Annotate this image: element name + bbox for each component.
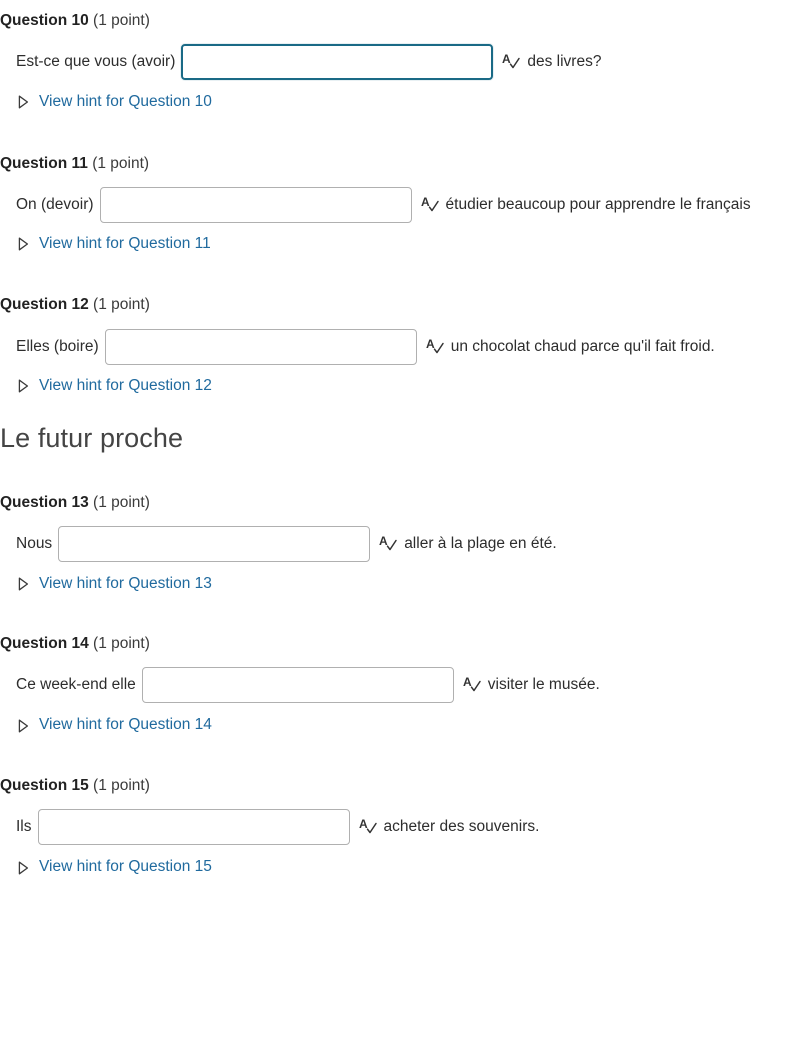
question-header-13: Question 13 (1 point) (0, 493, 800, 513)
view-hint-link-q10[interactable]: View hint for Question 10 (39, 93, 212, 112)
quiz-page: Question 10 (1 point) Est-ce que vous (a… (0, 0, 800, 877)
view-hint-link-q15[interactable]: View hint for Question 15 (39, 858, 212, 877)
triangle-right-icon[interactable] (18, 379, 29, 393)
question-body-12: Elles (boire) Aun chocolat chaud parce qu… (0, 328, 800, 365)
hint-row-q10[interactable]: View hint for Question 10 (0, 93, 800, 112)
question-body-14: Ce week-end elle Avisiter le musée. (0, 667, 800, 704)
triangle-right-icon[interactable] (18, 95, 29, 109)
question-header-10: Question 10 (1 point) (0, 11, 800, 31)
svg-text:A: A (426, 337, 435, 351)
question-title: Question 15 (0, 777, 89, 795)
triangle-right-icon[interactable] (18, 719, 29, 733)
svg-text:A: A (421, 195, 430, 209)
question-prefix-text: Elles (boire) (16, 337, 99, 355)
question-title: Question 14 (0, 635, 89, 653)
spellcheck-icon: A (420, 194, 440, 214)
question-points: (1 point) (93, 777, 150, 795)
hint-row-q11[interactable]: View hint for Question 11 (0, 235, 800, 254)
question-title: Question 10 (0, 12, 89, 29)
spellcheck-icon: A (358, 816, 378, 836)
question-points: (1 point) (93, 493, 150, 511)
svg-text:A: A (463, 675, 472, 689)
question-body-13: Nous Aaller à la plage en été. (0, 525, 800, 562)
question-points: (1 point) (93, 296, 150, 314)
question-prefix-text: Ce week-end elle (16, 676, 136, 694)
question-prefix-text: Est-ce que vous (avoir) (16, 53, 176, 71)
question-points: (1 point) (92, 154, 150, 172)
question-block-15: Question 15 (1 point) Ils Aacheter des so… (0, 735, 800, 877)
svg-text:A: A (379, 534, 388, 548)
question-header-12: Question 12 (1 point) (0, 295, 800, 315)
question-header-14: Question 14 (1 point) (0, 634, 800, 654)
view-hint-link-q14[interactable]: View hint for Question 14 (39, 716, 212, 735)
view-hint-link-q13[interactable]: View hint for Question 13 (39, 575, 212, 594)
question-block-13: Question 13 (1 point) Nous Aaller à la pl… (0, 455, 800, 594)
question-body-10: Est-ce que vous (avoir) Ades livres? (0, 44, 800, 81)
answer-input-q13[interactable] (58, 525, 371, 562)
view-hint-link-q11[interactable]: View hint for Question 11 (39, 235, 211, 254)
triangle-right-icon[interactable] (18, 861, 29, 875)
question-title: Question 12 (0, 296, 89, 314)
spellcheck-icon: A (462, 674, 482, 694)
triangle-right-icon[interactable] (18, 237, 29, 251)
question-block-10: Question 10 (1 point) Est-ce que vous (a… (0, 0, 800, 112)
question-body-11: On (devoir) Aétudier beaucoup pour appren… (0, 186, 800, 223)
question-body-15: Ils Aacheter des souvenirs. (0, 809, 800, 846)
question-block-11: Question 11 (1 point) On (devoir) Aétudie… (0, 112, 800, 254)
spellcheck-icon: A (501, 51, 521, 71)
svg-text:A: A (502, 52, 511, 66)
answer-input-q11[interactable] (99, 186, 412, 223)
answer-input-q14[interactable] (141, 667, 454, 704)
question-block-14: Question 14 (1 point) Ce week-end elle Av… (0, 593, 800, 735)
answer-input-q12[interactable] (104, 328, 417, 365)
view-hint-link-q12[interactable]: View hint for Question 12 (39, 377, 212, 396)
question-prefix-text: Ils (16, 818, 32, 836)
hint-row-q13[interactable]: View hint for Question 13 (0, 575, 800, 594)
question-suffix-text: aller à la plage en été. (404, 534, 557, 552)
hint-row-q15[interactable]: View hint for Question 15 (0, 858, 800, 877)
answer-input-q15[interactable] (37, 809, 350, 846)
question-suffix-text: acheter des souvenirs. (383, 818, 540, 836)
question-suffix-text: un chocolat chaud parce qu'il fait froid… (450, 337, 715, 355)
spellcheck-icon: A (425, 336, 445, 356)
question-points: (1 point) (93, 12, 150, 29)
hint-row-q14[interactable]: View hint for Question 14 (0, 716, 800, 735)
hint-row-q12[interactable]: View hint for Question 12 (0, 377, 800, 396)
question-suffix-text: des livres? (527, 53, 602, 71)
question-suffix-text: étudier beaucoup pour apprendre le franç… (445, 195, 751, 213)
question-title: Question 13 (0, 493, 89, 511)
question-title: Question 11 (0, 154, 88, 172)
svg-text:A: A (359, 817, 368, 831)
question-points: (1 point) (93, 635, 150, 653)
question-header-15: Question 15 (1 point) (0, 776, 800, 796)
section-heading-futur-proche: Le futur proche (0, 423, 184, 454)
question-prefix-text: On (devoir) (16, 195, 94, 213)
question-block-12: Question 12 (1 point) Elles (boire) Aun c… (0, 253, 800, 395)
spellcheck-icon: A (378, 533, 398, 553)
triangle-right-icon[interactable] (18, 577, 29, 591)
question-header-11: Question 11 (1 point) (0, 154, 800, 174)
answer-input-q10[interactable] (181, 44, 494, 81)
question-prefix-text: Nous (16, 534, 53, 552)
question-suffix-text: visiter le musée. (487, 676, 600, 694)
